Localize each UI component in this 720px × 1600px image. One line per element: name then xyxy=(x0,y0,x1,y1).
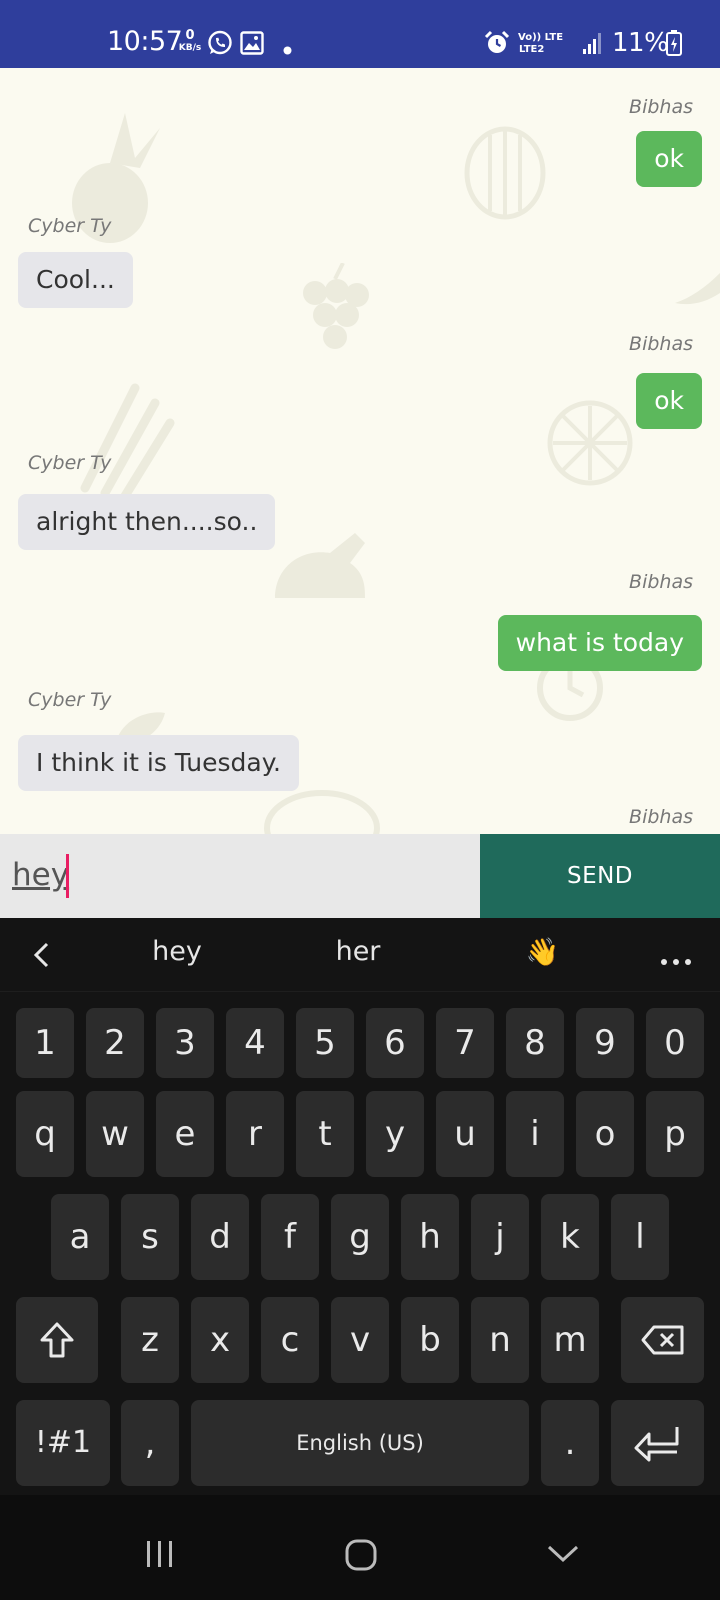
battery-percent: 11% xyxy=(612,28,669,58)
message-sender: Bibhas xyxy=(629,96,693,118)
enter-key[interactable] xyxy=(611,1400,704,1486)
key-f[interactable]: f xyxy=(261,1194,319,1280)
watermelon-doodle xyxy=(464,126,546,220)
key-j[interactable]: j xyxy=(471,1194,529,1280)
key-x[interactable]: x xyxy=(191,1297,249,1383)
message-sender: Bibhas xyxy=(629,806,693,828)
space-key[interactable]: English (US) xyxy=(191,1400,529,1486)
banana-doodle xyxy=(675,273,720,305)
send-button[interactable]: SEND xyxy=(480,834,720,918)
suggestion-bar: hey her 👋 xyxy=(0,918,720,992)
key-3[interactable]: 3 xyxy=(156,1008,214,1078)
chevron-down-icon[interactable] xyxy=(546,1543,580,1569)
key-p[interactable]: p xyxy=(646,1091,704,1177)
key-9[interactable]: 9 xyxy=(576,1008,634,1078)
chicken-doodle xyxy=(275,533,365,598)
suggestion-emoji[interactable]: 👋 xyxy=(505,936,580,968)
backspace-key[interactable] xyxy=(621,1297,704,1383)
key-k[interactable]: k xyxy=(541,1194,599,1280)
enter-icon xyxy=(634,1427,679,1462)
key-h[interactable]: h xyxy=(401,1194,459,1280)
key-y[interactable]: y xyxy=(366,1091,424,1177)
shift-key[interactable] xyxy=(16,1297,98,1383)
suggestion-2[interactable]: her xyxy=(298,936,418,967)
key-a[interactable]: a xyxy=(51,1194,109,1280)
message-sender: Cyber Ty xyxy=(28,452,112,474)
message-sender: Cyber Ty xyxy=(28,215,112,237)
network-speed: 0 KB/s xyxy=(176,28,204,54)
key-v[interactable]: v xyxy=(331,1297,389,1383)
key-6[interactable]: 6 xyxy=(366,1008,424,1078)
more-icon[interactable] xyxy=(660,951,692,970)
key-e[interactable]: e xyxy=(156,1091,214,1177)
home-icon[interactable] xyxy=(344,1538,378,1576)
key-r[interactable]: r xyxy=(226,1091,284,1177)
message-sender: Bibhas xyxy=(629,571,693,593)
network-label-bottom: LTE2 xyxy=(519,44,545,55)
key-g[interactable]: g xyxy=(331,1194,389,1280)
key-4[interactable]: 4 xyxy=(226,1008,284,1078)
whatsapp-icon xyxy=(207,30,233,60)
suggestion-1[interactable]: hey xyxy=(117,936,237,967)
key-t[interactable]: t xyxy=(296,1091,354,1177)
compose-bar: hey SEND xyxy=(0,834,720,918)
message-sender: Cyber Ty xyxy=(28,689,112,711)
key-o[interactable]: o xyxy=(576,1091,634,1177)
message-bubble-incoming[interactable]: alright then....so.. xyxy=(18,494,276,550)
asparagus-doodle xyxy=(80,383,175,498)
status-time: 10:57 xyxy=(107,26,183,57)
key-8[interactable]: 8 xyxy=(506,1008,564,1078)
plate-doodle xyxy=(264,790,380,834)
key-q[interactable]: q xyxy=(16,1091,74,1177)
recent-apps-icon[interactable] xyxy=(144,1539,176,1573)
key-m[interactable]: m xyxy=(541,1297,599,1383)
shift-icon xyxy=(40,1322,74,1358)
message-bubble-incoming[interactable]: I think it is Tuesday. xyxy=(18,735,299,791)
chat-area[interactable]: Bibhas ok Cyber Ty Cool... Bibhas ok Cyb… xyxy=(0,68,720,834)
comma-key[interactable]: , xyxy=(121,1400,179,1486)
message-sender: Bibhas xyxy=(629,333,693,355)
key-b[interactable]: b xyxy=(401,1297,459,1383)
text-caret xyxy=(66,854,69,898)
alarm-icon xyxy=(484,30,510,60)
navigation-bar xyxy=(0,1495,720,1600)
key-s[interactable]: s xyxy=(121,1194,179,1280)
backspace-icon xyxy=(641,1325,684,1355)
key-1[interactable]: 1 xyxy=(16,1008,74,1078)
key-w[interactable]: w xyxy=(86,1091,144,1177)
dot-icon xyxy=(283,40,292,59)
keyboard: hey her 👋 1 2 3 4 5 6 7 8 9 0 q w e r t … xyxy=(0,918,720,1495)
message-bubble-incoming[interactable]: Cool... xyxy=(18,252,133,308)
chevron-left-icon[interactable] xyxy=(30,940,54,974)
message-input-text: hey xyxy=(12,857,70,893)
orange-slice-doodle xyxy=(547,400,633,486)
network-speed-value: 0 xyxy=(185,28,195,43)
key-7[interactable]: 7 xyxy=(436,1008,494,1078)
network-label-top: Vo)) LTE xyxy=(518,32,564,43)
message-bubble-outgoing[interactable]: ok xyxy=(636,131,702,187)
key-c[interactable]: c xyxy=(261,1297,319,1383)
key-0[interactable]: 0 xyxy=(646,1008,704,1078)
symbols-key[interactable]: !#1 xyxy=(16,1400,110,1486)
period-key[interactable]: . xyxy=(541,1400,599,1486)
key-u[interactable]: u xyxy=(436,1091,494,1177)
grapes-doodle xyxy=(303,263,369,349)
message-input[interactable]: hey xyxy=(0,834,480,918)
network-speed-unit: KB/s xyxy=(178,43,202,53)
key-5[interactable]: 5 xyxy=(296,1008,354,1078)
gallery-icon xyxy=(240,31,264,59)
status-bar: 10:57 0 KB/s Vo)) LTE LTE2 11% xyxy=(0,0,720,68)
message-bubble-outgoing[interactable]: ok xyxy=(636,373,702,429)
key-i[interactable]: i xyxy=(506,1091,564,1177)
battery-icon xyxy=(666,30,682,60)
key-n[interactable]: n xyxy=(471,1297,529,1383)
key-d[interactable]: d xyxy=(191,1194,249,1280)
signal-icon xyxy=(583,31,605,59)
key-l[interactable]: l xyxy=(611,1194,669,1280)
message-bubble-outgoing[interactable]: what is today xyxy=(497,615,702,671)
key-z[interactable]: z xyxy=(121,1297,179,1383)
key-2[interactable]: 2 xyxy=(86,1008,144,1078)
